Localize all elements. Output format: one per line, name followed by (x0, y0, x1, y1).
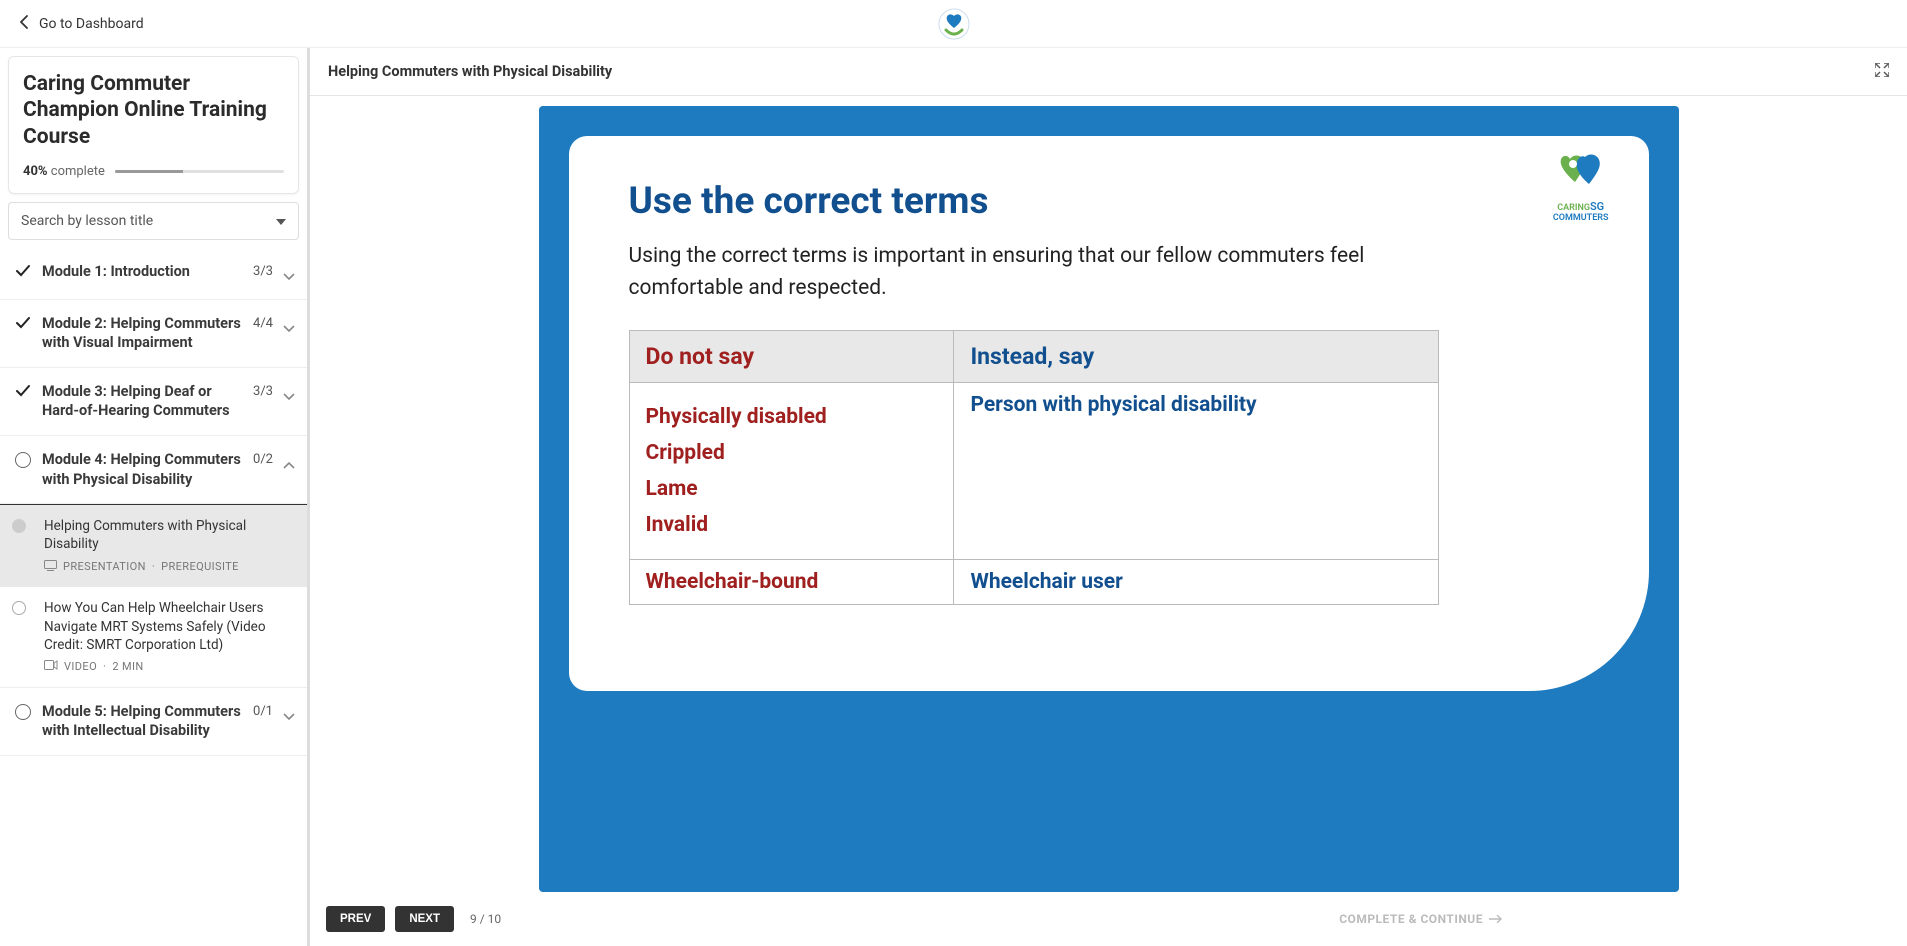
module-item[interactable]: Module 2: Helping Commuters with Visual … (0, 300, 307, 368)
module-count: 0/1 (253, 702, 283, 719)
module-count: 3/3 (253, 262, 283, 279)
content-title: Helping Commuters with Physical Disabili… (328, 63, 612, 80)
video-icon (44, 660, 58, 675)
check-icon (12, 262, 34, 278)
check-icon (12, 382, 34, 398)
module-title: Module 3: Helping Deaf or Hard-of-Hearin… (34, 382, 253, 421)
lesson-status-icon (12, 519, 26, 533)
chevron-down-icon (283, 382, 297, 405)
td-instead-say-2: Wheelchair user (954, 560, 1438, 605)
terms-table: Do not say Instead, say Physically disab… (629, 330, 1439, 605)
lesson-meta: VIDEO · 2 MIN (44, 660, 297, 675)
fullscreen-icon[interactable] (1875, 63, 1889, 81)
td-do-not-say-2: Wheelchair-bound (629, 560, 954, 605)
module-count: 4/4 (253, 314, 283, 331)
lesson-list: Helping Commuters with Physical Disabili… (0, 504, 307, 687)
th-do-not-say: Do not say (629, 331, 954, 383)
slide-container: CARINGSG COMMUTERS Use the correct terms… (310, 96, 1907, 892)
lesson-title: Helping Commuters with Physical Disabili… (44, 517, 297, 553)
lesson-status-icon (12, 601, 26, 615)
course-card: Caring Commuter Champion Online Training… (8, 56, 299, 194)
prev-button[interactable]: PREV (326, 906, 385, 932)
slide-description: Using the correct terms is important in … (629, 241, 1449, 304)
chevron-left-icon (20, 15, 29, 33)
caring-sg-logo: CARINGSG COMMUTERS (1553, 154, 1609, 223)
progress-fill (115, 170, 183, 173)
footer-bar: PREV NEXT 9 / 10 COMPLETE & CONTINUE (310, 892, 1907, 946)
lesson-item[interactable]: How You Can Help Wheelchair Users Naviga… (0, 587, 307, 687)
slide-inner: CARINGSG COMMUTERS Use the correct terms… (569, 136, 1649, 691)
chevron-down-icon (283, 314, 297, 337)
module-title: Module 1: Introduction (34, 262, 253, 282)
progress-percent: 40% (23, 164, 48, 179)
circle-icon (12, 450, 34, 468)
caret-down-icon (276, 213, 286, 229)
content-header: Helping Commuters with Physical Disabili… (310, 48, 1907, 96)
arrow-right-icon (1489, 912, 1503, 926)
lesson-title: How You Can Help Wheelchair Users Naviga… (44, 599, 297, 654)
module-item[interactable]: Module 5: Helping Commuters with Intelle… (0, 687, 307, 756)
course-title: Caring Commuter Champion Online Training… (23, 71, 284, 150)
chevron-down-icon (283, 702, 297, 725)
td-do-not-say-1: Physically disabled Crippled Lame Invali… (629, 383, 954, 560)
search-placeholder: Search by lesson title (21, 213, 153, 229)
td-instead-say-1: Person with physical disability (954, 383, 1438, 560)
chevron-down-icon (283, 262, 297, 285)
check-icon (12, 314, 34, 330)
search-lesson-select[interactable]: Search by lesson title (8, 202, 299, 240)
go-to-dashboard-link[interactable]: Go to Dashboard (20, 15, 144, 33)
content-area: Helping Commuters with Physical Disabili… (310, 48, 1907, 946)
complete-continue-button[interactable]: COMPLETE & CONTINUE (1339, 912, 1503, 926)
chevron-up-icon (283, 450, 297, 473)
complete-word: complete (51, 164, 105, 179)
module-item[interactable]: Module 4: Helping Commuters with Physica… (0, 436, 307, 504)
back-label: Go to Dashboard (39, 16, 144, 32)
brand-logo (938, 8, 970, 40)
module-title: Module 5: Helping Commuters with Intelle… (34, 702, 253, 741)
module-title: Module 2: Helping Commuters with Visual … (34, 314, 253, 353)
progress-bar (115, 170, 284, 173)
page-indicator: 9 / 10 (470, 912, 501, 926)
module-item[interactable]: Module 3: Helping Deaf or Hard-of-Hearin… (0, 368, 307, 436)
slide-outer: CARINGSG COMMUTERS Use the correct terms… (539, 106, 1679, 892)
lesson-meta: PRESENTATION · PREREQUISITE (44, 560, 297, 576)
slide-title: Use the correct terms (629, 180, 1589, 223)
module-item[interactable]: Module 1: Introduction 3/3 (0, 248, 307, 300)
sidebar: Caring Commuter Champion Online Training… (0, 48, 310, 946)
circle-icon (12, 702, 34, 720)
lesson-item[interactable]: Helping Commuters with Physical Disabili… (0, 505, 307, 587)
module-count: 0/2 (253, 450, 283, 467)
module-title: Module 4: Helping Commuters with Physica… (34, 450, 253, 489)
presentation-icon (44, 560, 57, 576)
progress-row: 40% complete (23, 164, 284, 179)
main-row: Caring Commuter Champion Online Training… (0, 48, 1907, 946)
module-count: 3/3 (253, 382, 283, 399)
topbar: Go to Dashboard (0, 0, 1907, 48)
th-instead-say: Instead, say (954, 331, 1438, 383)
next-button[interactable]: NEXT (395, 906, 454, 932)
